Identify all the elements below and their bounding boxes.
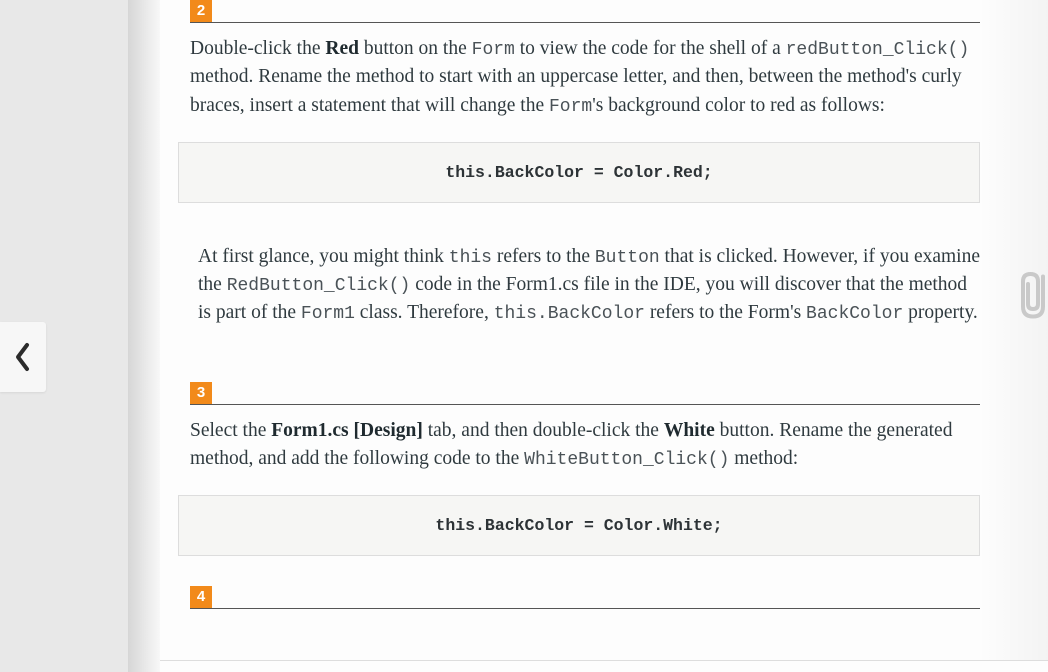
step-3-paragraph: Select the Form1.cs [Design] tab, and th… xyxy=(190,417,980,474)
code-block: this.BackColor = Color.Red; xyxy=(178,142,980,203)
step-2: 2 Double-click the Red button on the For… xyxy=(160,0,1028,203)
step-3: 3 Select the Form1.cs [Design] tab, and … xyxy=(160,382,1028,557)
step-rule xyxy=(190,404,980,405)
bold: Red xyxy=(325,38,359,59)
text: Double-click the xyxy=(190,38,325,59)
text: refers to the Form's xyxy=(645,302,806,323)
code-block: this.BackColor = Color.White; xyxy=(178,495,980,556)
viewport-bottom-rule xyxy=(160,660,1048,661)
inline-code: BackColor xyxy=(806,304,903,324)
step-rule xyxy=(190,22,980,23)
text: Select the xyxy=(190,420,271,441)
explanatory-note: At first glance, you might think this re… xyxy=(160,243,1028,328)
text: At first glance, you might think xyxy=(198,246,449,267)
text: tab, and then double-click the xyxy=(423,420,664,441)
inline-code: Form1 xyxy=(301,304,355,324)
text: property. xyxy=(903,302,978,323)
text: to view the code for the shell of a xyxy=(515,38,786,59)
inline-code: RedButton_Click() xyxy=(227,276,411,296)
chevron-left-icon xyxy=(13,342,33,372)
text: class. Therefore, xyxy=(355,302,494,323)
inline-code: this.BackColor xyxy=(494,304,645,324)
step-4: 4 xyxy=(160,586,1028,609)
attachment-button[interactable] xyxy=(1008,260,1048,330)
step-rule xyxy=(190,608,980,609)
step-2-paragraph: Double-click the Red button on the Form … xyxy=(190,35,980,120)
page-content: 2 Double-click the Red button on the For… xyxy=(160,0,1048,672)
bold: White xyxy=(664,420,715,441)
text: refers to the xyxy=(492,246,595,267)
inline-code: this xyxy=(449,248,492,268)
step-number-badge: 4 xyxy=(190,586,212,608)
inline-code: WhiteButton_Click() xyxy=(524,450,729,470)
bold: Form1.cs [Design] xyxy=(271,420,423,441)
step-number-badge: 2 xyxy=(190,0,212,22)
step-number-badge: 3 xyxy=(190,382,212,404)
text: method: xyxy=(729,448,798,469)
paperclip-icon xyxy=(1008,264,1048,327)
inline-code: Form xyxy=(549,97,592,117)
page-gutter-shadow xyxy=(128,0,160,672)
inline-code: redButton_Click() xyxy=(786,40,970,60)
inline-code: Form xyxy=(472,40,515,60)
text: 's background color to red as follows: xyxy=(592,95,885,116)
text: button on the xyxy=(359,38,472,59)
prev-page-button[interactable] xyxy=(0,322,46,392)
inline-code: Button xyxy=(595,248,660,268)
